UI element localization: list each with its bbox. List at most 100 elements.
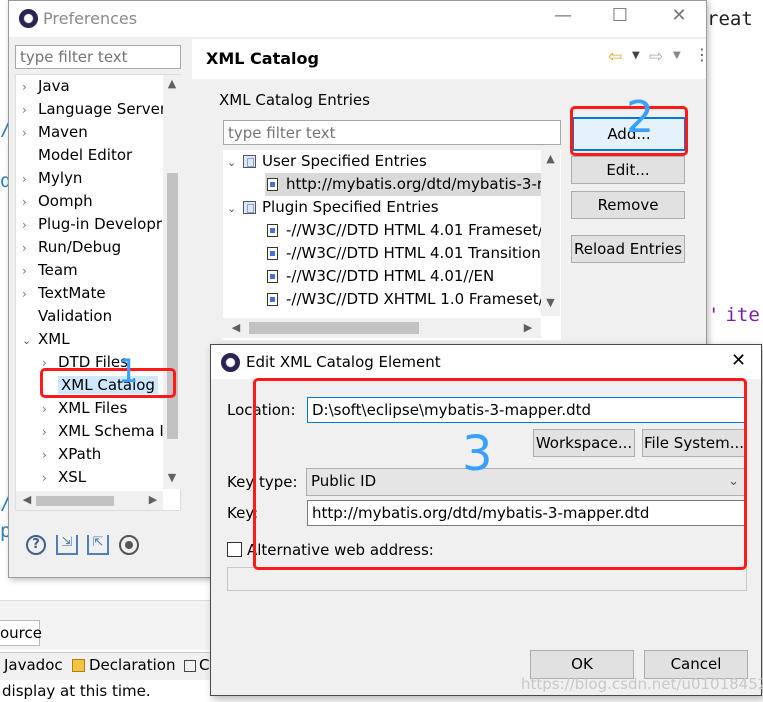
tree-hscrollbar[interactable]: ◀ ▶ — [16, 491, 163, 510]
tree-item-label: XML Schema I — [58, 422, 164, 440]
annotation-box-1 — [40, 368, 176, 398]
catalog-entries-tree: ⌄ User Specified Entries http://mybatis.o… — [223, 150, 561, 340]
expand-icon[interactable]: ⌄ — [227, 151, 243, 174]
import-icon[interactable]: ⇲ — [56, 535, 78, 555]
remove-button[interactable]: Remove — [571, 191, 685, 219]
minimize-icon[interactable]: — — [549, 5, 577, 26]
user-entries-node[interactable]: ⌄ User Specified Entries — [227, 150, 427, 173]
maximize-icon[interactable]: ☐ — [606, 5, 634, 26]
chevron-right-icon[interactable]: › — [42, 421, 58, 444]
tree-item[interactable]: ⌄ XML — [22, 328, 70, 351]
tree-item[interactable]: › XML Files — [42, 397, 127, 420]
dialog-close-icon[interactable]: ✕ — [731, 350, 746, 371]
tree-item-label: Run/Debug — [38, 238, 122, 256]
plugin-entry-item[interactable]: -//W3C//DTD HTML 4.01 Transition — [267, 242, 541, 265]
chevron-right-icon[interactable]: › — [22, 76, 38, 99]
tree-item[interactable]: › Run/Debug — [22, 236, 121, 259]
tree-item-label: Mylyn — [38, 169, 83, 187]
alternative-web-checkbox[interactable] — [227, 542, 242, 557]
catalog-group-label: XML Catalog Entries — [219, 91, 370, 109]
dtd-file-icon — [267, 178, 278, 191]
dtd-file-icon — [267, 247, 278, 260]
tree-item[interactable]: › XML Schema I — [42, 420, 164, 443]
chevron-right-icon[interactable]: › — [22, 168, 38, 191]
scroll-down-icon[interactable]: ▼ — [541, 296, 560, 309]
tree-item[interactable]: › Plug-in Developr — [22, 213, 162, 236]
scroll-right-icon[interactable]: ▶ — [521, 321, 535, 334]
preferences-title-bar: Preferences — ☐ ✕ — [9, 1, 706, 37]
tree-item-label: XSL — [58, 468, 87, 486]
scroll-left-icon[interactable]: ◀ — [20, 493, 34, 506]
tree-item[interactable]: Model Editor — [22, 144, 132, 167]
tab-other[interactable]: C — [184, 656, 209, 674]
export-icon[interactable]: ⇱ — [87, 535, 109, 555]
tree-item[interactable]: › Language Server — [22, 98, 166, 121]
scroll-right-icon[interactable]: ▶ — [146, 493, 160, 506]
close-icon[interactable]: ✕ — [665, 5, 693, 26]
chevron-right-icon[interactable]: › — [42, 444, 58, 467]
back-icon[interactable]: ⇦ — [608, 47, 622, 67]
expand-icon[interactable]: ⌄ — [227, 197, 243, 220]
plugin-entry-item[interactable]: -//W3C//DTD HTML 4.01//EN — [267, 265, 494, 288]
tree-item-label: Model Editor — [38, 146, 133, 164]
forward-menu-icon[interactable]: ▼ — [673, 50, 681, 61]
chevron-down-icon[interactable]: ⌄ — [22, 329, 38, 352]
dialog-title-bar: Edit XML Catalog Element ✕ — [211, 345, 761, 379]
editor-code-fragment-ite: ' ite — [708, 304, 760, 326]
scroll-up-icon[interactable]: ▲ — [163, 77, 181, 90]
plugin-entry-label: -//W3C//DTD HTML 4.01//EN — [286, 267, 495, 285]
chevron-right-icon[interactable]: › — [22, 283, 38, 306]
tree-item[interactable]: › Java — [22, 75, 70, 98]
chevron-right-icon[interactable]: › — [22, 214, 38, 237]
source-tab[interactable]: ource — [0, 620, 42, 646]
tree-item[interactable]: › XPath — [42, 443, 101, 466]
scroll-down-icon[interactable]: ▼ — [163, 471, 181, 484]
scroll-up-icon[interactable]: ▲ — [541, 152, 560, 165]
entries-hscroll-thumb[interactable] — [249, 322, 419, 334]
tree-item[interactable]: › Maven — [22, 121, 88, 144]
eclipse-logo-icon — [19, 9, 38, 28]
annotation-number-3: 3 — [462, 426, 493, 482]
plugin-entries-node[interactable]: ⌄ Plugin Specified Entries — [227, 196, 439, 219]
chevron-right-icon[interactable]: › — [42, 467, 58, 490]
tree-scrollbar[interactable]: ▲ ▼ — [163, 75, 181, 489]
plugin-entry-item[interactable]: -//W3C//DTD XHTML 1.0 Frameset/ — [267, 288, 544, 311]
page-header: XML Catalog ⇦ ▼ ⇨ ▼ ⋮ — [192, 39, 710, 79]
tree-item[interactable]: › TextMate — [22, 282, 106, 305]
chevron-right-icon[interactable]: › — [22, 237, 38, 260]
plugin-entry-item[interactable]: -//W3C//DTD HTML 4.01 Frameset/ — [267, 219, 543, 242]
tree-item[interactable]: › Oomph — [22, 190, 93, 213]
forward-icon[interactable]: ⇨ — [649, 47, 663, 67]
tree-item[interactable]: › XSL — [42, 466, 86, 489]
entries-hscrollbar[interactable]: ◀ ▶ — [223, 318, 541, 338]
chevron-right-icon[interactable]: › — [22, 260, 38, 283]
catalog-icon — [243, 201, 256, 214]
back-menu-icon[interactable]: ▼ — [632, 50, 640, 61]
chevron-right-icon[interactable]: › — [22, 99, 38, 122]
tab-javadoc[interactable]: Javadoc — [4, 656, 63, 674]
preferences-filter-input[interactable] — [15, 45, 181, 69]
tree-scroll-thumb[interactable] — [167, 173, 178, 439]
status-text: display at this time. — [2, 682, 151, 700]
reload-entries-button[interactable]: Reload Entries — [571, 235, 685, 263]
dtd-file-icon — [267, 224, 278, 237]
tab-declaration[interactable]: Declaration — [72, 656, 175, 674]
annotation-number-2: 2 — [626, 92, 654, 143]
more-options-icon[interactable]: ⋮ — [694, 45, 710, 64]
record-icon[interactable] — [119, 535, 139, 555]
tree-item[interactable]: › Mylyn — [22, 167, 82, 190]
tree-hscroll-thumb[interactable] — [36, 496, 114, 506]
scroll-left-icon[interactable]: ◀ — [229, 321, 243, 334]
edit-button[interactable]: Edit... — [571, 156, 685, 184]
user-entry-item[interactable]: http://mybatis.org/dtd/mybatis-3-r — [265, 173, 543, 196]
chevron-right-icon[interactable]: › — [22, 122, 38, 145]
chevron-right-icon[interactable]: › — [22, 191, 38, 214]
tree-item-label: Language Server — [38, 100, 166, 118]
help-icon[interactable]: ? — [26, 535, 46, 555]
entries-scrollbar[interactable]: ▲ ▼ — [541, 150, 560, 316]
tree-item[interactable]: Validation — [22, 305, 112, 328]
chevron-right-icon[interactable]: › — [42, 398, 58, 421]
tree-item[interactable]: › Team — [22, 259, 78, 282]
annotation-number-1: 1 — [118, 352, 139, 390]
entries-filter-input[interactable] — [223, 120, 561, 145]
